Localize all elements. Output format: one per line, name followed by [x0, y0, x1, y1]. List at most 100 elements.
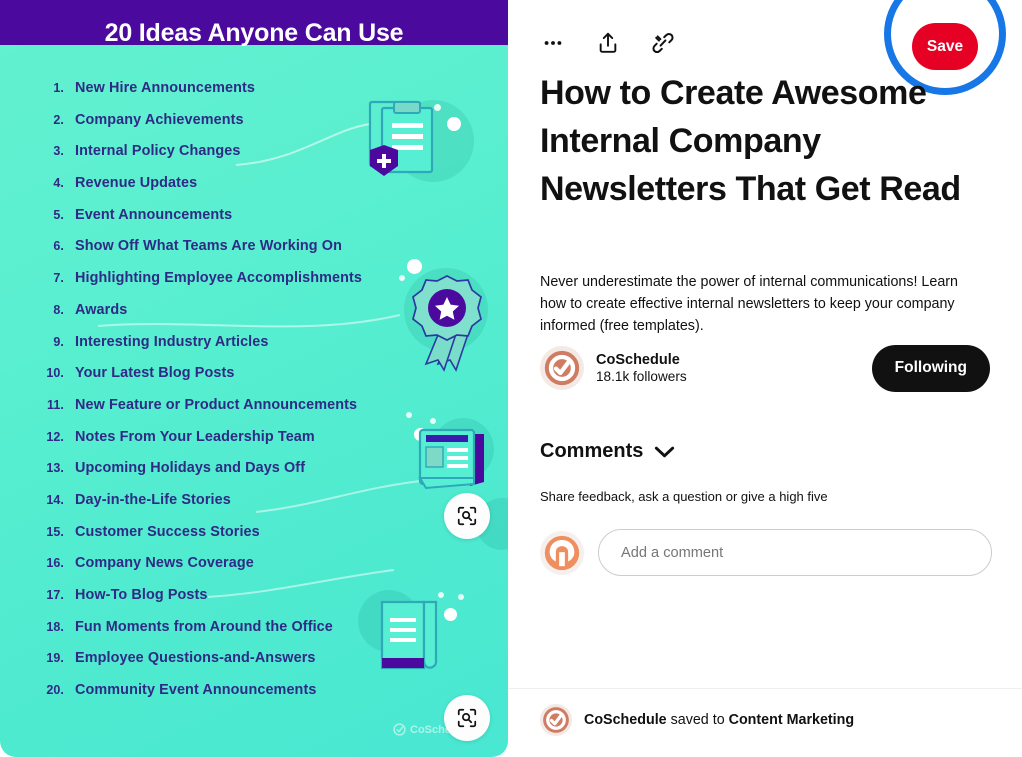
list-item-number: 2.: [53, 112, 64, 127]
scroll-document-illustration-icon: [380, 600, 438, 670]
comments-header[interactable]: Comments: [540, 440, 675, 463]
list-item: 12. Notes From Your Leadership Team: [38, 429, 378, 461]
list-item-number: 20.: [46, 683, 64, 698]
ellipsis-icon: [544, 41, 562, 45]
list-item-number: 5.: [53, 207, 64, 222]
visual-search-button[interactable]: [444, 695, 490, 741]
coschedule-logo-icon: [544, 350, 580, 386]
list-item-number: 13.: [46, 461, 64, 476]
list-item-label: Awards: [75, 301, 128, 318]
list-item-number: 10.: [46, 366, 64, 381]
list-item-number: 11.: [47, 397, 64, 412]
save-button[interactable]: Save: [912, 23, 978, 70]
list-item-number: 18.: [46, 619, 64, 634]
creator-name: CoSchedule: [596, 352, 680, 368]
pin-detail-panel: Save How to Create Awesome Internal Comp…: [508, 0, 1022, 757]
list-item: 14. Day-in-the-Life Stories: [38, 492, 378, 524]
link-chain-icon: [652, 32, 674, 54]
list-item: 9. Interesting Industry Articles: [38, 334, 378, 366]
list-item-label: Upcoming Holidays and Days Off: [75, 460, 306, 477]
list-item: 5. Event Announcements: [38, 207, 378, 239]
list-item-label: Notes From Your Leadership Team: [75, 428, 315, 445]
coschedule-logo-icon: [393, 723, 406, 736]
list-item-number: 14.: [46, 492, 64, 507]
clipboard-illustration-icon: [368, 100, 434, 176]
list-item: 18. Fun Moments from Around the Office: [38, 619, 378, 651]
list-item: 8. Awards: [38, 302, 378, 334]
decor-dot-4: [399, 275, 405, 281]
upload-share-icon: [599, 32, 617, 53]
list-item-label: Company Achievements: [75, 111, 244, 128]
list-item: 10. Your Latest Blog Posts: [38, 365, 378, 397]
list-item-number: 12.: [46, 429, 64, 444]
list-item-label: Revenue Updates: [75, 175, 198, 192]
list-item: 16. Company News Coverage: [38, 555, 378, 587]
list-item: 4. Revenue Updates: [38, 175, 378, 207]
saved-by-avatar[interactable]: [540, 704, 572, 736]
list-item-label: Customer Success Stories: [75, 523, 260, 540]
list-item: 17. How-To Blog Posts: [38, 587, 378, 619]
list-item-label: Community Event Announcements: [75, 682, 317, 699]
share-icon[interactable]: [595, 30, 621, 56]
chevron-down-icon[interactable]: [654, 445, 675, 459]
visual-search-button[interactable]: [444, 493, 490, 539]
award-badge-illustration-icon: [412, 275, 482, 372]
list-item: 13. Upcoming Holidays and Days Off: [38, 460, 378, 492]
list-item-label: Interesting Industry Articles: [75, 333, 269, 350]
decor-dot-10: [458, 594, 464, 600]
comment-input[interactable]: [598, 529, 992, 576]
divider: [508, 688, 1022, 689]
list-item-number: 4.: [53, 176, 64, 191]
list-item-label: New Hire Announcements: [75, 80, 255, 96]
list-item-number: 17.: [46, 588, 64, 602]
list-item-number: 16.: [46, 556, 64, 571]
creator-avatar[interactable]: [540, 346, 584, 390]
page-title: How to Create Awesome Internal Company N…: [540, 74, 961, 208]
saved-by-name: CoSchedule: [584, 712, 667, 728]
avatar[interactable]: [540, 530, 584, 575]
list-item-number: 15.: [46, 524, 64, 539]
comment-compose-row: [540, 529, 992, 576]
list-item: 7. Highlighting Employee Accomplishments: [38, 270, 378, 302]
pin-image[interactable]: 20 Ideas Anyone Can Use 1. New Hire Anno…: [0, 0, 508, 757]
following-button[interactable]: Following: [871, 344, 990, 392]
list-item-label: Internal Policy Changes: [75, 143, 241, 160]
list-item-label: Event Announcements: [75, 206, 233, 223]
visual-search-icon: [457, 708, 477, 728]
more-options-icon[interactable]: [540, 30, 566, 56]
list-item-number: 6.: [53, 239, 64, 254]
list-item-number: 3.: [53, 144, 64, 159]
list-item: 2. Company Achievements: [38, 112, 378, 144]
saved-to-text: CoSchedule saved to Content Marketing: [584, 712, 854, 728]
list-item: 11. New Feature or Product Announcements: [38, 397, 378, 429]
copy-link-icon[interactable]: [650, 30, 676, 56]
list-item-number: 1.: [53, 81, 64, 95]
list-item: 6. Show Off What Teams Are Working On: [38, 238, 378, 270]
list-item: 19. Employee Questions-and-Answers: [38, 650, 378, 682]
pin-image-banner: 20 Ideas Anyone Can Use: [0, 0, 508, 47]
list-item-label: Fun Moments from Around the Office: [75, 618, 333, 635]
pin-image-banner-title: 20 Ideas Anyone Can Use: [104, 19, 404, 47]
list-item: 15. Customer Success Stories: [38, 524, 378, 556]
list-item: 3. Internal Policy Changes: [38, 143, 378, 175]
pin-description: Never underestimate the power of interna…: [540, 274, 959, 334]
coschedule-logo-icon: [543, 707, 569, 733]
list-item-number: 7.: [53, 271, 64, 286]
comments-subtitle: Share feedback, ask a question or give a…: [540, 489, 828, 504]
list-item-label: Show Off What Teams Are Working On: [75, 238, 342, 255]
list-item-label: Day-in-the-Life Stories: [75, 491, 231, 508]
creator-row[interactable]: CoSchedule 18.1k followers Following: [540, 343, 990, 393]
newspaper-illustration-icon: [418, 428, 484, 490]
list-item-number: 19.: [46, 651, 64, 666]
user-avatar-icon: [544, 535, 580, 570]
list-item-label: Highlighting Employee Accomplishments: [75, 270, 363, 287]
list-item-label: Employee Questions-and-Answers: [75, 650, 316, 667]
comments-title: Comments: [540, 440, 644, 462]
saved-to-row[interactable]: CoSchedule saved to Content Marketing: [540, 704, 854, 736]
visual-search-icon: [457, 506, 477, 526]
pin-detail-page: 20 Ideas Anyone Can Use 1. New Hire Anno…: [0, 0, 1022, 757]
list-item-label: Company News Coverage: [75, 555, 254, 572]
list-item-label: Your Latest Blog Posts: [75, 365, 235, 382]
creator-meta: CoSchedule 18.1k followers: [596, 352, 687, 384]
saved-board-name: Content Marketing: [728, 712, 855, 728]
